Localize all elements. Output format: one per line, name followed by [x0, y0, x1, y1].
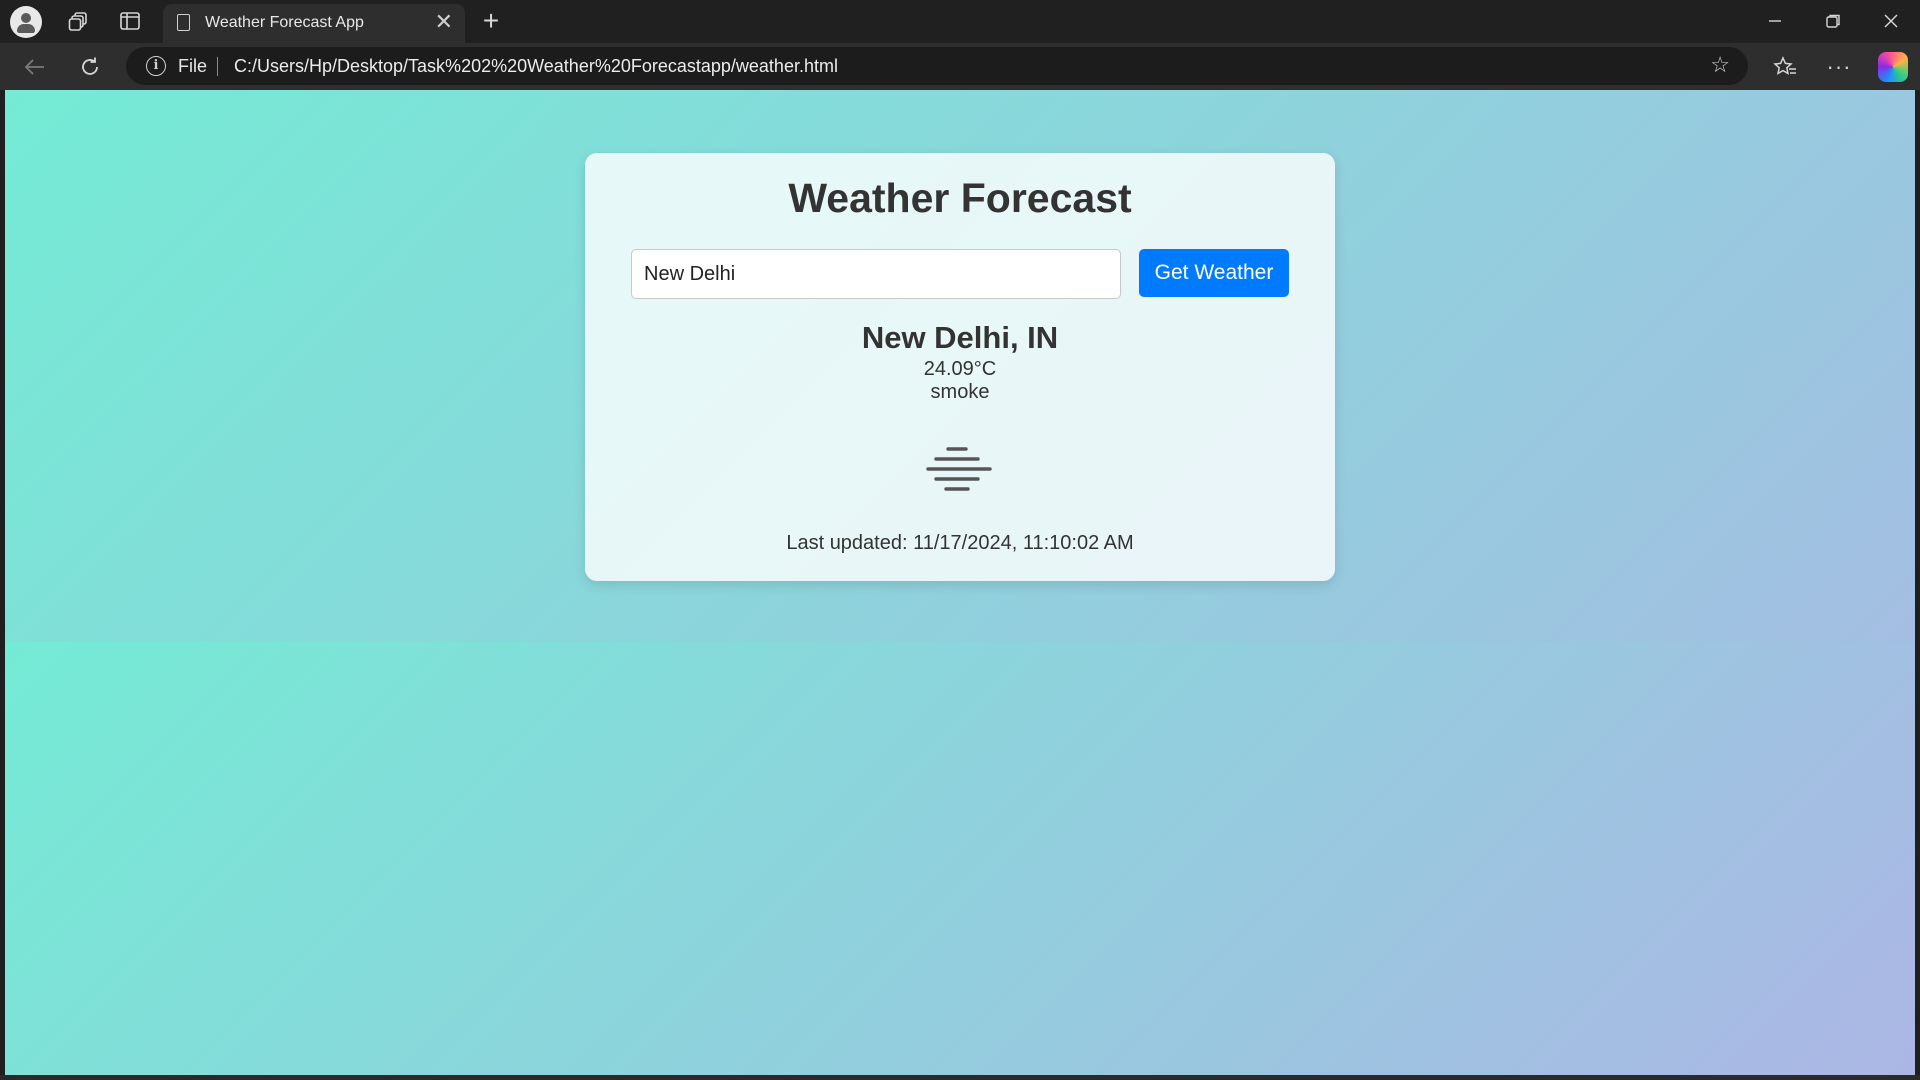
- tab-title: Weather Forecast App: [205, 14, 364, 31]
- close-window-icon[interactable]: [1868, 6, 1914, 36]
- weather-card: Weather Forecast Get Weather New Delhi, …: [585, 153, 1335, 581]
- app-heading: Weather Forecast: [788, 175, 1132, 221]
- weather-description: smoke: [930, 381, 990, 403]
- active-tab[interactable]: Weather Forecast App ✕: [163, 4, 465, 43]
- window-bottom-border: [0, 1075, 1920, 1080]
- copilot-icon[interactable]: [1878, 52, 1908, 82]
- browser-tab-bar: Weather Forecast App ✕ +: [0, 0, 1920, 43]
- workspaces-icon[interactable]: [62, 6, 96, 36]
- city-input[interactable]: [631, 249, 1121, 299]
- new-tab-button[interactable]: +: [474, 5, 508, 36]
- url-text[interactable]: C:/Users/Hp/Desktop/Task%202%20Weather%2…: [234, 56, 838, 77]
- page-background-lower: [5, 642, 1915, 1075]
- address-bar[interactable]: i File C:/Users/Hp/Desktop/Task%202%20We…: [126, 47, 1748, 85]
- site-info-icon[interactable]: i: [146, 56, 166, 76]
- browser-address-bar: i File C:/Users/Hp/Desktop/Task%202%20We…: [0, 43, 1920, 90]
- back-icon[interactable]: [18, 51, 52, 83]
- last-updated-text: Last updated: 11/17/2024, 11:10:02 AM: [786, 532, 1134, 554]
- close-tab-icon[interactable]: ✕: [435, 10, 453, 34]
- get-weather-button[interactable]: Get Weather: [1139, 249, 1289, 297]
- vertical-tabs-icon[interactable]: [113, 6, 147, 36]
- file-scheme-label: File: [178, 56, 208, 76]
- minimize-icon[interactable]: [1752, 6, 1798, 36]
- restore-icon[interactable]: [1810, 6, 1856, 36]
- haze-smoke-icon: [926, 447, 992, 491]
- favorite-star-icon[interactable]: ☆: [1710, 52, 1730, 78]
- page-viewport: Weather Forecast Get Weather New Delhi, …: [5, 90, 1915, 1075]
- more-options-icon[interactable]: ···: [1822, 51, 1856, 83]
- refresh-icon[interactable]: [73, 51, 107, 83]
- document-icon: [177, 14, 190, 31]
- omnibox-divider: [217, 57, 218, 76]
- location-title: New Delhi, IN: [861, 320, 1059, 355]
- favorites-icon[interactable]: [1768, 51, 1802, 83]
- profile-icon[interactable]: [10, 6, 42, 38]
- temperature-value: 24.09°C: [923, 358, 997, 380]
